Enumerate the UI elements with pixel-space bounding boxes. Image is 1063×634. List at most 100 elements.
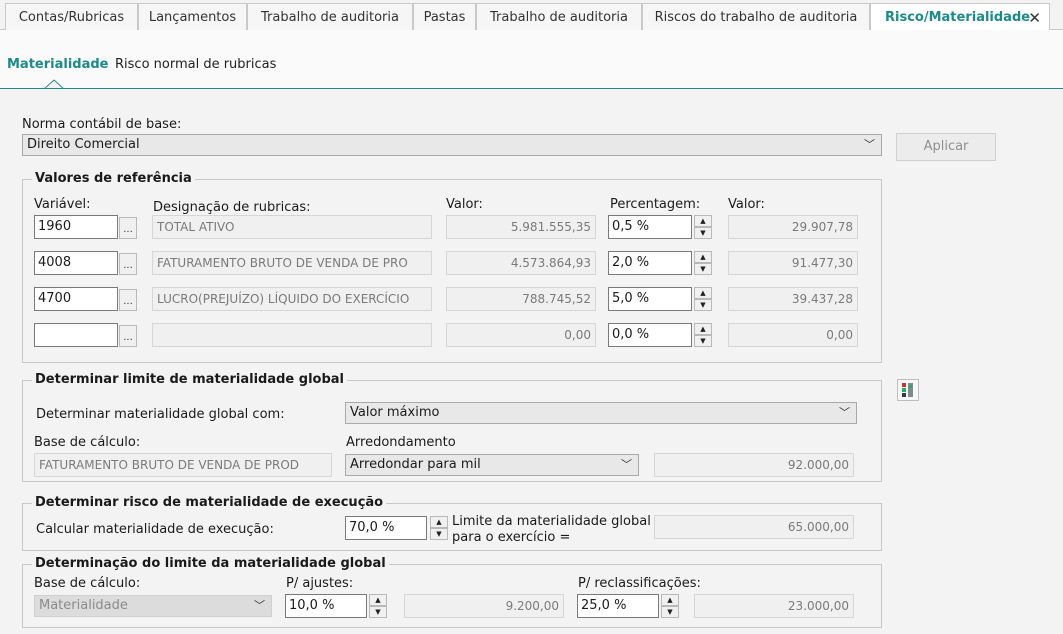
col-variavel-header: Variável:	[34, 197, 91, 212]
arrow-down-icon[interactable]: ▼	[694, 263, 712, 275]
variavel-input[interactable]	[34, 323, 118, 347]
tab-label: Riscos do trabalho de auditoria	[654, 9, 858, 25]
det-global-select[interactable]: Valor máximo ﹀	[345, 402, 857, 424]
global-materiality-title: Determinar limite de materialidade globa…	[32, 372, 347, 387]
variable-lookup-button[interactable]: ...	[119, 253, 137, 275]
arrow-up-icon[interactable]: ▲	[694, 323, 712, 335]
tab-contas-rubricas[interactable]: Contas/Rubricas	[5, 3, 138, 30]
arrow-down-icon[interactable]: ▼	[694, 335, 712, 347]
arrow-up-icon[interactable]: ▲	[694, 251, 712, 263]
reclass-label: P/ reclassificações:	[578, 576, 701, 591]
arrow-up-icon[interactable]: ▲	[694, 287, 712, 299]
arrow-up-icon[interactable]: ▲	[694, 215, 712, 227]
tab-trabalho-auditoria-2[interactable]: Trabalho de auditoria	[476, 3, 642, 30]
subtab-label: Materialidade	[7, 57, 109, 72]
percent-stepper[interactable]: ▲ ▼	[694, 323, 712, 347]
arrow-down-icon[interactable]: ▼	[694, 299, 712, 311]
ajustes-label: P/ ajustes:	[286, 576, 354, 591]
reclass-value-field: 23.000,00	[694, 594, 854, 618]
tab-lancamentos[interactable]: Lançamentos	[138, 3, 247, 30]
variavel-input[interactable]: 4700	[34, 287, 118, 311]
calc-exec-label: Calcular materialidade de execução:	[36, 522, 274, 537]
tab-trabalho-auditoria-1[interactable]: Trabalho de auditoria	[247, 3, 413, 30]
percentagem-input[interactable]: 2,0 %	[608, 251, 692, 275]
ajustes-percent-input[interactable]: 10,0 %	[285, 594, 367, 618]
tab-risco-materialidade[interactable]: Risco/Materialidade ✕	[870, 3, 1050, 31]
arrow-up-icon[interactable]: ▲	[369, 594, 387, 606]
variable-lookup-button[interactable]: ...	[119, 217, 137, 239]
norma-select[interactable]: Direito Comercial ﹀	[22, 134, 882, 156]
designacao-field: FATURAMENTO BRUTO DE VENDA DE PRO	[152, 251, 432, 275]
valor2-field: 91.477,30	[728, 251, 858, 275]
limit-label-line1: Limite da materialidade global	[452, 514, 651, 529]
norma-value: Direito Comercial	[27, 137, 140, 152]
ajustes-value-field: 9.200,00	[404, 594, 564, 618]
arrow-down-icon[interactable]: ▼	[369, 606, 387, 618]
calculator-icon-graphic	[902, 383, 913, 397]
valor-field: 0,00	[446, 323, 596, 347]
tab-label: Trabalho de auditoria	[490, 9, 628, 25]
chevron-down-icon: ﹀	[864, 138, 875, 151]
percentagem-input[interactable]: 5,0 %	[608, 287, 692, 311]
apply-button[interactable]: Aplicar	[896, 133, 996, 161]
col-valor-header: Valor:	[446, 197, 483, 212]
limite-base-value: Materialidade	[39, 598, 128, 613]
materialidade-panel: Norma contábil de base: Direito Comercia…	[0, 89, 1063, 634]
exec-percent-stepper[interactable]: ▲ ▼	[430, 516, 448, 540]
col-designacao-header: Designação de rubricas:	[153, 200, 311, 215]
col-percentagem-header: Percentagem:	[610, 197, 701, 212]
tab-label: Pastas	[423, 9, 466, 25]
arrow-down-icon[interactable]: ▼	[694, 227, 712, 239]
tab-pastas[interactable]: Pastas	[413, 3, 476, 30]
sub-tab-bar: Materialidade Risco normal de rubricas	[0, 30, 1063, 90]
tab-label: Risco/Materialidade	[885, 10, 1031, 25]
arrow-up-icon[interactable]: ▲	[661, 594, 679, 606]
calculator-icon[interactable]	[897, 379, 919, 401]
norma-label: Norma contábil de base:	[22, 117, 182, 132]
designacao-field: TOTAL ATIVO	[152, 215, 432, 239]
percent-stepper[interactable]: ▲ ▼	[694, 287, 712, 311]
exec-result-field: 65.000,00	[654, 515, 854, 539]
subtab-materialidade[interactable]: Materialidade	[7, 57, 109, 72]
exec-percent-input[interactable]: 70,0 %	[345, 516, 427, 540]
close-icon[interactable]: ✕	[1028, 9, 1041, 27]
variavel-input[interactable]: 4008	[34, 251, 118, 275]
tab-label: Contas/Rubricas	[18, 9, 125, 25]
arrow-up-icon[interactable]: ▲	[430, 516, 448, 528]
chevron-down-icon: ﹀	[621, 458, 632, 471]
variable-lookup-button[interactable]: ...	[119, 325, 137, 347]
valor2-field: 39.437,28	[728, 287, 858, 311]
arrow-down-icon[interactable]: ▼	[430, 528, 448, 540]
valor-field: 5.981.555,35	[446, 215, 596, 239]
reclass-stepper[interactable]: ▲ ▼	[661, 594, 679, 618]
global-result-field: 92.000,00	[654, 453, 854, 477]
percent-stepper[interactable]: ▲ ▼	[694, 251, 712, 275]
limit-determination-title: Determinação do limite da materialidade …	[32, 556, 389, 571]
limite-base-select[interactable]: Materialidade ﹀	[34, 595, 272, 617]
valor2-field: 0,00	[728, 323, 858, 347]
tab-riscos-trabalho-auditoria[interactable]: Riscos do trabalho de auditoria	[642, 3, 870, 30]
chevron-down-icon: ﹀	[254, 599, 265, 612]
det-global-value: Valor máximo	[350, 405, 440, 420]
tab-label: Trabalho de auditoria	[261, 9, 399, 25]
percentagem-input[interactable]: 0,0 %	[608, 323, 692, 347]
valor-field: 4.573.864,93	[446, 251, 596, 275]
variavel-input[interactable]: 1960	[34, 215, 118, 239]
col-valor2-header: Valor:	[728, 197, 765, 212]
arredondamento-select[interactable]: Arredondar para mil ﹀	[345, 454, 639, 476]
arredondamento-value: Arredondar para mil	[350, 457, 481, 472]
designacao-field: LUCRO(PREJUÍZO) LÍQUIDO DO EXERCÍCIO	[152, 287, 432, 311]
execution-materiality-title: Determinar risco de materialidade de exe…	[32, 495, 387, 510]
subtab-risco-normal-rubricas[interactable]: Risco normal de rubricas	[115, 57, 276, 72]
base-calculo-field: FATURAMENTO BRUTO DE VENDA DE PROD	[34, 453, 332, 477]
base-calculo-label: Base de cálculo:	[34, 435, 141, 450]
percent-stepper[interactable]: ▲ ▼	[694, 215, 712, 239]
ajustes-stepper[interactable]: ▲ ▼	[369, 594, 387, 618]
limite-base-label: Base de cálculo:	[34, 576, 141, 591]
reclass-percent-input[interactable]: 25,0 %	[577, 594, 659, 618]
percentagem-input[interactable]: 0,5 %	[608, 215, 692, 239]
arrow-down-icon[interactable]: ▼	[661, 606, 679, 618]
variable-lookup-button[interactable]: ...	[119, 289, 137, 311]
valor2-field: 29.907,78	[728, 215, 858, 239]
valor-field: 788.745,52	[446, 287, 596, 311]
